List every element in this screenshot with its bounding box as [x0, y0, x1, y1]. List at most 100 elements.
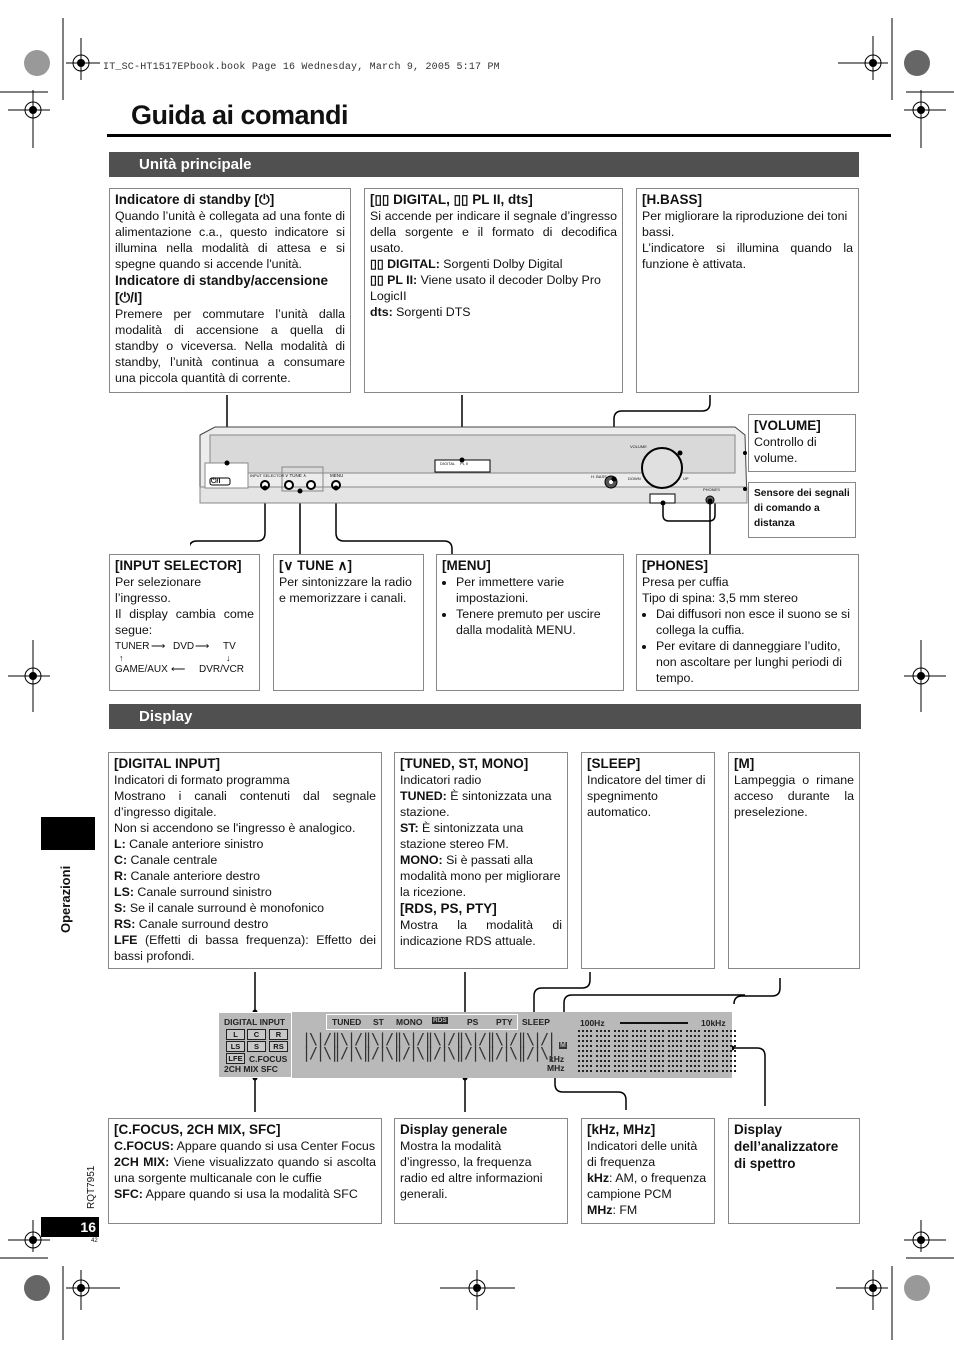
digital-input-line: LS: Canale surround sinistro [114, 885, 272, 899]
lcd-mhz: MHz [547, 1063, 565, 1073]
input-selector-label: INPUT SELECTOR [250, 473, 285, 478]
dts-label: dts: [370, 305, 393, 319]
digital-input-heading: [DIGITAL INPUT] [114, 756, 220, 771]
tune-label: ∨ TUNE ∧ [285, 473, 307, 478]
tuned-box: [TUNED, ST, MONO] Indicatori radio TUNED… [394, 752, 568, 969]
lcd-pty: PTY [496, 1017, 513, 1027]
menu-box: [MENU] Per immettere varie impostazioni.… [436, 554, 624, 691]
tuned-heading: [TUNED, ST, MONO] [400, 756, 529, 771]
digital-input-line: R: Canale anteriore destro [114, 869, 261, 883]
sleep-text: Indicatore del timer di spegnimento auto… [587, 773, 706, 819]
cfocus-item: C.FOCUS: Appare quando si usa Center Foc… [114, 1139, 376, 1153]
menu-label: MENU [330, 473, 344, 478]
cfocus-heading: [C.FOCUS, 2CH MIX, SFC] [114, 1122, 281, 1137]
lcd-digit: |\|/| |/|\| [519, 1030, 556, 1062]
page-number: 16 [41, 1217, 99, 1237]
digital-heading: [▯▯ DIGITAL, ▯▯ PL II, dts] [370, 192, 533, 207]
menu-bullet: Tenere premuto per uscire dalla modalità… [456, 606, 618, 638]
standby-box: Indicatore di standby [⏻] Quando l’unità… [109, 188, 351, 393]
khz-heading: [kHz, MHz] [587, 1122, 656, 1137]
input-selector-text-1: Per selezionare l’ingresso. [115, 575, 202, 605]
lcd-cfocus: C.FOCUS [249, 1054, 288, 1064]
digital-input-line: Indicatori di formato programma [114, 773, 290, 787]
lcd-channel-ls: LS [226, 1041, 245, 1052]
power-button-label[interactable]: ⏻/I [211, 478, 220, 486]
khz-box: [kHz, MHz] Indicatori delle unità di fre… [581, 1118, 715, 1224]
m-text: Lampeggia o rimane acceso durante la pre… [734, 773, 854, 819]
digital-input-line: RS: Canale surround destro [114, 917, 269, 931]
volume-box: [VOLUME] Controllo di volume. [748, 414, 856, 472]
tuned-item: TUNED: È sintonizzata una stazione. [400, 789, 552, 819]
dts-text: Sorgenti DTS [396, 305, 471, 319]
hbass-label: H. BASS [591, 474, 607, 479]
pl-label: ▯▯ PL II: [370, 273, 418, 287]
lcd-channel-rs: RS [269, 1041, 288, 1052]
lcd-digital-input: DIGITAL INPUT [224, 1017, 286, 1027]
tuned-intro: Indicatori radio [400, 773, 482, 787]
lcd-channel-l: L [226, 1029, 245, 1040]
title-divider [107, 134, 891, 137]
spectrum-box: Display dell’analizzatore di spettro [728, 1118, 860, 1224]
lcd-digit: |\|/| |/|\| [333, 1030, 370, 1062]
digital-input-line: S: Se il canale surround è monofonico [114, 901, 325, 915]
tuned-item: MONO: Si è passati alla modalità mono pe… [400, 853, 561, 899]
lcd-rds: RDS [432, 1017, 448, 1024]
phones-heading: [PHONES] [642, 558, 709, 573]
standby-text: Quando l’unità è collegata ad una fonte … [115, 209, 345, 271]
khz-text: Indicatori delle unità di frequenza [587, 1139, 698, 1169]
digital-input-line: Non si accendono se l'ingresso è analogi… [114, 821, 356, 835]
input-selector-text-2: Il display cambia come segue: [115, 607, 254, 637]
section-header-main-unit: Unità principale [109, 152, 859, 177]
hbass-text-1: Per migliorare la riproduzione dei toni … [642, 209, 848, 239]
dd-text: Sorgenti Dolby Digital [443, 257, 563, 271]
lcd-channel-r: R [269, 1029, 288, 1040]
digital-input-line: LFE (Effetti di bassa frequenza): Effett… [114, 933, 376, 963]
menu-bullet: Per immettere varie impostazioni. [456, 574, 618, 606]
hbass-text-2: L’indicatore si illumina quando la funzi… [642, 241, 853, 271]
tune-box: [∨ TUNE ∧] Per sintonizzare la radio e m… [273, 554, 424, 691]
lcd-freq-high: 10kHz [701, 1018, 726, 1028]
section-tab [41, 817, 95, 850]
volume-text: Controllo di volume. [754, 435, 817, 465]
m-box: [M] Lampeggia o rimane acceso durante la… [728, 752, 860, 969]
page-title: Guida ai comandi [131, 100, 349, 130]
digital-text: Si accende per indicare il segnale d’ing… [370, 209, 617, 255]
cfocus-item: 2CH MIX: Viene visualizzato quando si as… [114, 1155, 377, 1185]
hbass-heading: [H.BASS] [642, 192, 702, 207]
lcd-digit: |\|/| |/|\| [426, 1030, 463, 1062]
khz-item: kHz: AM, o frequenza campione PCM [587, 1171, 707, 1201]
menu-heading: [MENU] [442, 558, 491, 573]
sleep-box: [SLEEP] Indicatore del timer di spegnime… [581, 752, 715, 969]
pl-indicator-label: PL II [460, 461, 469, 466]
sensor-text: Sensore dei segnali di comando a distanz… [754, 488, 850, 529]
lcd-channel-c: C [247, 1029, 266, 1040]
doc-code: RQT7951 [86, 1165, 97, 1209]
tune-heading: [∨ TUNE ∧] [279, 558, 353, 573]
tuned-item: ST: È sintonizzata una stazione stereo F… [400, 821, 524, 851]
chain-dvr-vcr: DVR/VCR [199, 664, 245, 675]
rds-heading: [RDS, PS, PTY] [400, 901, 497, 916]
m-heading: [M] [734, 756, 755, 771]
digital-input-line: L: Canale anteriore sinistro [114, 837, 264, 851]
phones-bullet: Dai diffusori non esce il suono se si co… [656, 606, 853, 638]
phones-label: PHONES [703, 487, 720, 492]
lcd-digit: |\|/| |/|\| [457, 1030, 494, 1062]
up-label: UP [683, 476, 689, 481]
standby-power-heading: Indicatore di standby/accensione [⏻/I] [115, 273, 329, 305]
display-panel: DIGITAL INPUT L C R LS S RS LFE C.FOCUS … [218, 1012, 736, 1078]
cfocus-item: SFC: Appare quando si usa la modalità SF… [114, 1187, 358, 1201]
lcd-digit: |\|/| |/|\| [364, 1030, 401, 1062]
volume-label: VOLUME [630, 444, 647, 449]
general-display-heading: Display generale [400, 1122, 508, 1137]
lcd-st: ST [373, 1017, 384, 1027]
input-selector-box: [INPUT SELECTOR] Per selezionare l’ingre… [109, 554, 260, 691]
lcd-ps: PS [467, 1017, 479, 1027]
section-header-display: Display [109, 704, 861, 729]
phones-box: [PHONES] Presa per cuffia Tipo di spina:… [636, 554, 859, 691]
digital-input-line: C: Canale centrale [114, 853, 218, 867]
spectrum-leader-line [730, 978, 781, 1106]
lcd-tuned: TUNED [332, 1017, 362, 1027]
lcd-freq-low: 100Hz [580, 1018, 605, 1028]
chain-game-aux: GAME/AUX [115, 664, 168, 675]
page-sub-number: 42 [91, 1238, 98, 1244]
